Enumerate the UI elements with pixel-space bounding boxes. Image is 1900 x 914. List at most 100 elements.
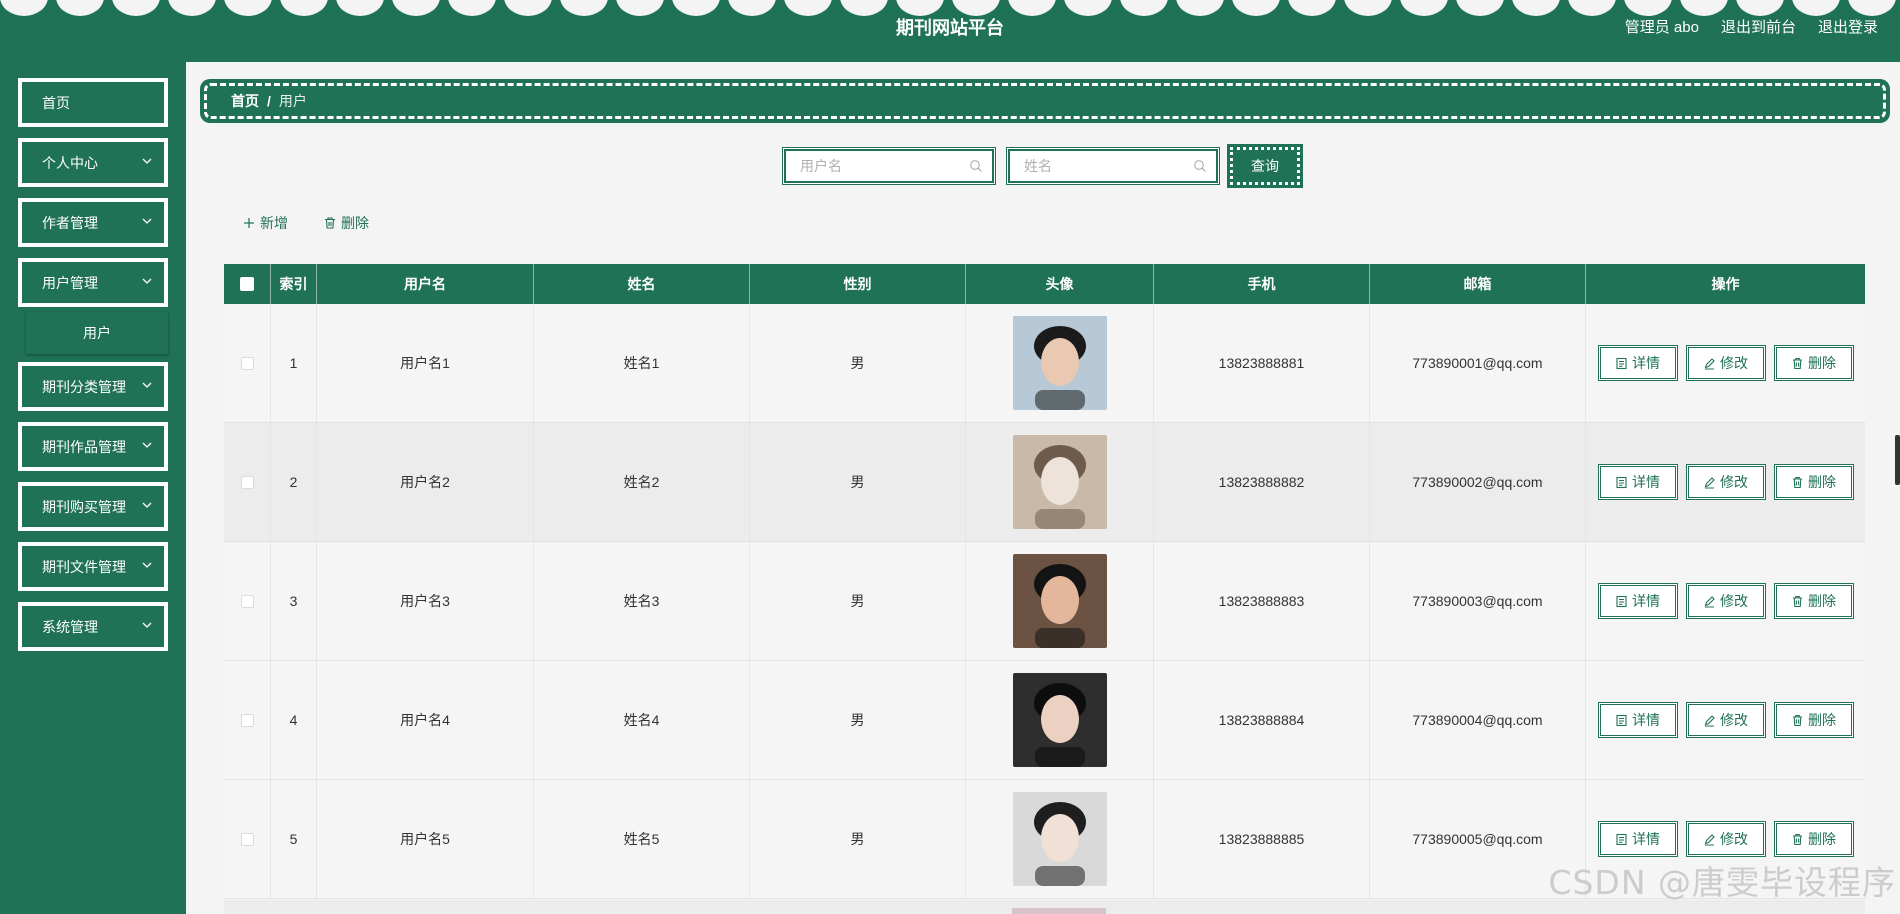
cell-email: 773890002@qq.com (1370, 423, 1586, 541)
scrollbar-handle[interactable] (1895, 435, 1900, 485)
table-row[interactable]: 4 用户名4 姓名4 男 13823888884 773890004@qq.com 详情 修改… (224, 661, 1865, 780)
edit-button[interactable]: 修改 (1685, 583, 1766, 619)
table-header: 索引 用户名 姓名 性别 头像 手机 邮箱 操作 (224, 264, 1865, 304)
add-button-label: 新增 (260, 215, 288, 231)
sidebar-item-home[interactable]: 首页 (18, 78, 168, 127)
delete-button[interactable]: 删除 (1773, 702, 1854, 738)
admin-username: 管理员 abo (1624, 19, 1699, 36)
add-button[interactable]: 新增 (242, 212, 288, 234)
delete-button[interactable]: 删除 (1773, 583, 1854, 619)
cell-phone: 13823888882 (1154, 423, 1370, 541)
sidebar-item-system-management[interactable]: 系统管理 (18, 602, 168, 651)
row-checkbox[interactable] (240, 832, 254, 846)
cell-operations: 详情 修改 删除 (1586, 423, 1865, 541)
delete-button[interactable]: 删除 (1773, 821, 1854, 857)
table-row[interactable]: 1 用户名1 姓名1 男 13823888881 773890001@qq.com 详情 修改… (224, 304, 1865, 423)
breadcrumb-home-link[interactable]: 首页 (231, 91, 259, 111)
username-search-box (782, 147, 996, 185)
chevron-down-icon (142, 562, 152, 568)
table-row[interactable]: 2 用户名2 姓名2 男 13823888882 773890002@qq.com 详情 修改… (224, 423, 1865, 542)
breadcrumb-inner: 首页 / 用户 (204, 83, 1886, 119)
avatar-image[interactable] (1012, 435, 1107, 529)
bulk-delete-label: 删除 (341, 215, 369, 231)
cell-gender: 男 (750, 304, 966, 422)
edit-pen-icon (1704, 357, 1715, 370)
query-button[interactable]: 查询 (1227, 144, 1303, 188)
cell-operations: 详情 修改 删除 (1586, 304, 1865, 422)
delete-button[interactable]: 删除 (1773, 345, 1854, 381)
cell-avatar (966, 542, 1154, 660)
sidebar-item-label: 用户管理 (42, 274, 98, 291)
detail-button-label: 详情 (1632, 474, 1660, 490)
search-icon (1194, 160, 1206, 172)
edit-button[interactable]: 修改 (1685, 345, 1766, 381)
sidebar-item-works-management[interactable]: 期刊作品管理 (18, 422, 168, 471)
edit-button[interactable]: 修改 (1685, 702, 1766, 738)
sidebar-subitem-users[interactable]: 用户 (26, 312, 168, 354)
avatar-image[interactable] (1012, 554, 1107, 648)
cell-name: 姓名1 (534, 304, 750, 422)
detail-button[interactable]: 详情 (1597, 464, 1678, 500)
table-row[interactable]: 3 用户名3 姓名3 男 13823888883 773890003@qq.com 详情 修改… (224, 542, 1865, 661)
cell-name: 姓名4 (534, 661, 750, 779)
edit-button[interactable]: 修改 (1685, 821, 1766, 857)
delete-button[interactable]: 删除 (1773, 464, 1854, 500)
document-icon (1616, 595, 1627, 607)
header-phone: 手机 (1154, 264, 1370, 304)
username-search-input[interactable] (785, 150, 993, 182)
sidebar-item-category-management[interactable]: 期刊分类管理 (18, 362, 168, 411)
edit-pen-icon (1704, 595, 1715, 608)
bulk-delete-button[interactable]: 删除 (323, 212, 369, 234)
edit-button-label: 修改 (1720, 474, 1748, 490)
sidebar: 首页 个人中心 作者管理 用户管理 用户 期刊分类管理 期刊作品管理 期刊购买管… (0, 62, 186, 914)
row-checkbox[interactable] (240, 475, 254, 489)
sidebar-item-label: 个人中心 (42, 154, 98, 171)
detail-button[interactable]: 详情 (1597, 702, 1678, 738)
cell-operations: 详情 修改 删除 (1586, 661, 1865, 779)
row-checkbox[interactable] (240, 713, 254, 727)
exit-to-front-link[interactable]: 退出到前台 (1721, 16, 1796, 37)
detail-button[interactable]: 详情 (1597, 345, 1678, 381)
detail-button-label: 详情 (1632, 712, 1660, 728)
delete-button-label: 删除 (1808, 474, 1836, 490)
sidebar-item-file-management[interactable]: 期刊文件管理 (18, 542, 168, 591)
detail-button[interactable]: 详情 (1597, 583, 1678, 619)
sidebar-item-label: 期刊购买管理 (42, 498, 126, 515)
logout-link[interactable]: 退出登录 (1818, 16, 1878, 37)
breadcrumb-current: 用户 (278, 93, 307, 109)
delete-button-label: 删除 (1808, 831, 1836, 847)
cell-avatar (966, 423, 1154, 541)
header-operations: 操作 (1711, 276, 1740, 292)
cell-username: 用户名4 (317, 661, 534, 779)
cell-index: 2 (271, 423, 317, 541)
row-check-cell (224, 661, 271, 779)
sidebar-item-user-management[interactable]: 用户管理 (18, 258, 168, 307)
cell-operations: 详情 修改 删除 (1586, 542, 1865, 660)
search-icon (970, 160, 982, 172)
avatar-image[interactable] (1012, 316, 1107, 410)
row-checkbox[interactable] (240, 594, 254, 608)
breadcrumb-separator: / (267, 93, 271, 109)
name-search-input[interactable] (1009, 150, 1217, 182)
sidebar-item-author-management[interactable]: 作者管理 (18, 198, 168, 247)
avatar-image[interactable] (1012, 792, 1107, 886)
detail-button[interactable]: 详情 (1597, 821, 1678, 857)
edit-pen-icon (1704, 476, 1715, 489)
header-actions: 管理员 abo 退出到前台 退出登录 (1625, 16, 1878, 37)
cell-username: 用户名3 (317, 542, 534, 660)
delete-button-label: 删除 (1808, 712, 1836, 728)
trash-icon (1793, 833, 1802, 845)
edit-button-label: 修改 (1720, 831, 1748, 847)
chevron-down-icon (142, 502, 152, 508)
edit-button-label: 修改 (1720, 355, 1748, 371)
sidebar-item-personal-center[interactable]: 个人中心 (18, 138, 168, 187)
edit-button[interactable]: 修改 (1685, 464, 1766, 500)
sidebar-item-purchase-management[interactable]: 期刊购买管理 (18, 482, 168, 531)
document-icon (1616, 476, 1627, 488)
avatar-image[interactable] (1012, 673, 1107, 767)
trash-icon (1793, 714, 1802, 726)
select-all-checkbox[interactable] (240, 277, 254, 291)
row-check-cell (224, 423, 271, 541)
cell-username: 用户名2 (317, 423, 534, 541)
row-checkbox[interactable] (240, 356, 254, 370)
